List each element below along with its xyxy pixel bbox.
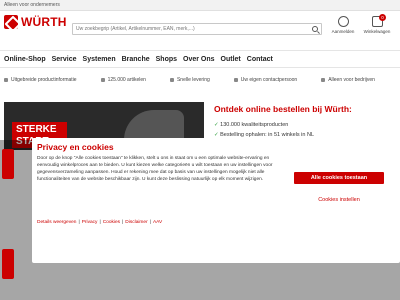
- usp-item: Uitgebreide productinformatie: [4, 74, 99, 86]
- nav-item-online-shop[interactable]: Online-Shop: [4, 56, 46, 63]
- wurth-logo-icon: [4, 15, 18, 29]
- account-label: Aanmelden: [331, 29, 355, 34]
- cart-button[interactable]: 0 Winkelwagen: [362, 14, 392, 34]
- product-thumbnails: [0, 145, 16, 295]
- accept-all-cookies-button[interactable]: Alle cookies toestaan: [294, 172, 384, 184]
- nav-item-branche[interactable]: Branche: [122, 56, 150, 63]
- info-icon: [4, 78, 8, 82]
- privacy-link[interactable]: Privacy: [82, 220, 98, 225]
- account-button[interactable]: Aanmelden: [328, 16, 358, 34]
- cookie-title: Privacy en cookies: [37, 142, 114, 152]
- user-icon: [337, 16, 349, 27]
- cookie-links: Details weergeven | Privacy | Cookies | Discla…: [37, 220, 163, 225]
- usp-item: Alleen voor bedrijven: [321, 74, 397, 86]
- cart-label: Winkelwagen: [363, 29, 391, 34]
- business-only-notice: Alleen voor ondernemers: [4, 2, 60, 8]
- cookie-text: Door op de knop "Alle cookies toestaan" …: [37, 156, 273, 182]
- brand-name: WÜRTH: [21, 15, 67, 29]
- usp-item: Snelle levering: [169, 74, 232, 86]
- nav-item-service[interactable]: Service: [52, 56, 77, 63]
- brand-logo[interactable]: WÜRTH: [4, 15, 67, 29]
- nav-item-contact[interactable]: Contact: [247, 56, 273, 63]
- product-thumbnail: [2, 249, 14, 279]
- search-icon[interactable]: [312, 26, 318, 32]
- details-link[interactable]: Details weergeven: [37, 220, 76, 225]
- search-input[interactable]: [76, 24, 306, 34]
- promo-block: Ontdek online bestellen bij Würth: 130.0…: [214, 104, 394, 142]
- top-bar: Alleen voor ondernemers: [0, 0, 400, 11]
- terms-link[interactable]: AAV: [153, 220, 162, 225]
- usp-item: Uw eigen contactpersoon: [233, 74, 319, 86]
- building-icon: [321, 78, 326, 82]
- main-navigation: Online-Shop Service Systemen Branche Sho…: [0, 50, 400, 68]
- nav-item-shops[interactable]: Shops: [156, 56, 177, 63]
- usp-bar: Uitgebreide productinformatie 125.000 ar…: [0, 74, 400, 86]
- nav-item-outlet[interactable]: Outlet: [221, 56, 241, 63]
- cookies-link[interactable]: Cookies: [103, 220, 120, 225]
- nav-item-systemen[interactable]: Systemen: [83, 56, 116, 63]
- search-box[interactable]: [72, 23, 322, 35]
- cart-count-badge: 0: [379, 14, 386, 21]
- promo-title: Ontdek online bestellen bij Würth:: [214, 104, 352, 114]
- cookie-settings-button[interactable]: Cookies instellen: [294, 195, 384, 205]
- cookie-dialog: Privacy en cookies Door op de knop "Alle…: [32, 138, 400, 263]
- list-item: 130.000 kwaliteitsproducten: [214, 122, 394, 128]
- person-icon: [233, 78, 238, 82]
- product-thumbnail: [2, 149, 14, 179]
- disclaimer-link[interactable]: Disclaimer: [125, 220, 147, 225]
- promo-list: 130.000 kwaliteitsproducten Bestelling o…: [214, 122, 394, 138]
- nav-item-over-ons[interactable]: Over Ons: [183, 56, 215, 63]
- usp-item: 125.000 artikelen: [100, 74, 168, 86]
- box-icon: [100, 78, 105, 82]
- truck-icon: [169, 78, 174, 82]
